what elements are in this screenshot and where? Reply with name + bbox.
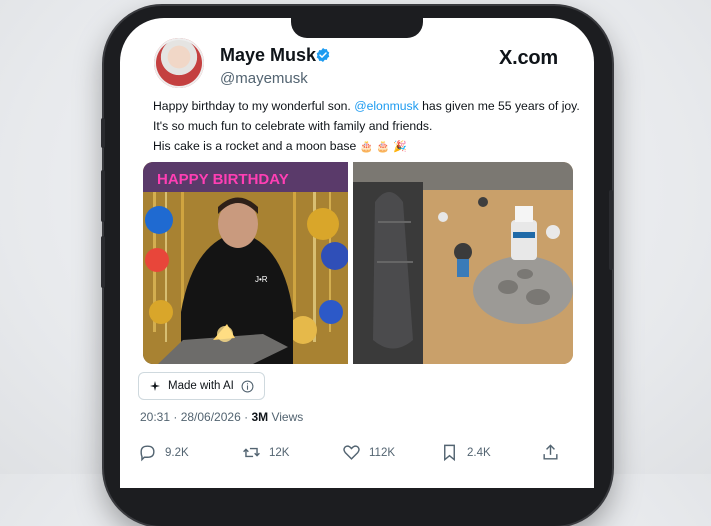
tweet-line-1: Happy birthday to my wonderful son. @elo…: [153, 96, 583, 116]
cake-party-emoji-icons: 🎂 🎂 🎉: [359, 141, 407, 153]
birthday-scene-illustration: HAPPY BIRTHDAY J•R: [143, 162, 348, 364]
bookmark-count: 2.4K: [467, 446, 491, 459]
phone-side-button: [101, 118, 105, 148]
timestamp[interactable]: 20:31 · 28/06/2026 ·: [140, 410, 248, 424]
phone-volume-up-button: [101, 170, 105, 222]
reply-count: 9.2K: [165, 446, 189, 459]
birthday-photo[interactable]: HAPPY BIRTHDAY J•R: [143, 162, 348, 364]
mention-link[interactable]: @elonmusk: [354, 99, 419, 113]
rocket-moonbase-cake-illustration: [353, 162, 573, 364]
like-count: 112K: [369, 446, 396, 459]
like-button[interactable]: 112K: [342, 443, 395, 462]
phone-screen: Maye Musk @mayemusk X.com Happy birthday…: [120, 18, 594, 488]
share-icon: [543, 444, 558, 460]
tweet-text: Happy birthday to my wonderful son. @elo…: [153, 96, 583, 157]
repost-button[interactable]: 12K: [242, 443, 289, 462]
verified-badge-icon: [316, 48, 330, 62]
repost-icon: [243, 447, 260, 458]
phone-volume-down-button: [101, 236, 105, 288]
sparkle-icon: [150, 381, 160, 391]
made-with-ai-label[interactable]: Made with AI: [138, 372, 265, 400]
bookmark-button[interactable]: 2.4K: [440, 443, 491, 462]
tweet-meta: 20:31 · 28/06/2026 · 3M Views: [140, 410, 303, 424]
author-handle[interactable]: @mayemusk: [220, 70, 308, 87]
phone-notch: [291, 18, 423, 38]
shirt-logo: J•R: [255, 275, 268, 284]
heart-icon: [343, 445, 360, 460]
repost-count: 12K: [269, 446, 290, 459]
reply-icon: [140, 445, 155, 462]
rocket-cake-photo[interactable]: [353, 162, 573, 364]
views-label: Views: [271, 410, 304, 424]
banner-letters: HAPPY BIRTHDAY: [157, 171, 289, 188]
tweet-line-3: His cake is a rocket and a moon base 🎂 🎂…: [153, 136, 583, 157]
tweet-text-part2: has given me 55 years of joy.: [422, 99, 580, 113]
info-icon[interactable]: [241, 380, 254, 393]
avatar[interactable]: [154, 38, 204, 88]
phone-power-button: [609, 190, 613, 270]
tweet-line-2: It's so much fun to celebrate with famil…: [153, 119, 433, 133]
bookmark-icon: [444, 444, 455, 462]
author-name[interactable]: Maye Musk: [220, 45, 316, 66]
tweet-line-3-text: His cake is a rocket and a moon base: [153, 139, 357, 153]
views-count: 3M: [251, 410, 269, 424]
site-label: X.com: [498, 47, 558, 69]
tweet-media: HAPPY BIRTHDAY J•R: [143, 162, 573, 364]
tweet-text-part1: Happy birthday to my wonderful son.: [153, 99, 351, 113]
reply-button[interactable]: 9.2K: [138, 443, 189, 462]
made-with-ai-text: Made with AI: [168, 380, 234, 392]
birthday-banner-text: HAPPY BIRTHDAY: [157, 171, 289, 188]
share-button[interactable]: [541, 443, 560, 462]
tweet-actions: 9.2K 12K 112K 2.4K: [138, 443, 568, 473]
